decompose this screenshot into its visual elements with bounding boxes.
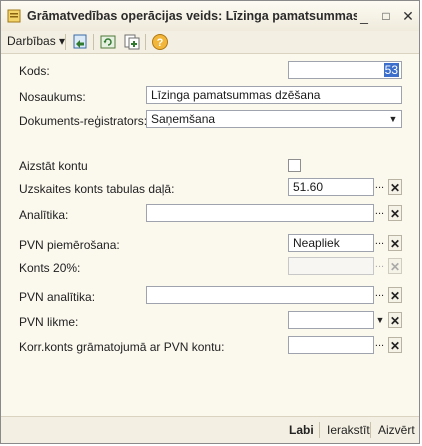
select-button[interactable]: ... <box>373 235 386 251</box>
help-icon[interactable]: ? <box>151 33 169 51</box>
uzskaites-konts-label: Uzskaites konts tabulas daļā: <box>19 182 175 196</box>
nosaukums-input[interactable]: Līzinga pamatsummas dzēšana <box>146 86 402 104</box>
actions-menu[interactable]: Darbības ▾ <box>7 34 65 48</box>
analitika-label: Analītika: <box>19 208 69 222</box>
dokuments-registrators-value: Saņemšana <box>151 112 216 126</box>
ok-button[interactable]: Labi <box>289 423 314 437</box>
kods-value: 53 <box>383 63 399 77</box>
clear-button[interactable]: ✕ <box>388 205 402 221</box>
dialog-footer: Labi Ierakstīt Aizvērt <box>1 416 419 443</box>
kods-input[interactable]: 53 <box>288 61 402 79</box>
toolbar-separator <box>93 34 94 50</box>
save-and-close-icon[interactable] <box>71 33 89 51</box>
copy-new-icon[interactable] <box>123 33 141 51</box>
close-button[interactable]: ✕ <box>399 7 417 25</box>
window-title: Grāmatvedības operācijas veids: Līzinga … <box>27 9 357 23</box>
document-icon <box>7 9 21 23</box>
pvn-piemerosana-label: PVN piemērošana: <box>19 238 120 252</box>
konts-20-label: Konts 20%: <box>19 261 81 275</box>
maximize-button[interactable]: □ <box>377 7 395 25</box>
clear-button[interactable]: ✕ <box>388 287 402 303</box>
korr-konts-label: Korr.konts grāmatojumā ar PVN kontu: <box>19 340 225 354</box>
clear-button: ✕ <box>388 258 402 274</box>
pvn-piemerosana-input[interactable]: Neapliek <box>288 234 374 252</box>
svg-text:?: ? <box>157 37 164 49</box>
analitika-input[interactable] <box>146 204 374 222</box>
clear-button[interactable]: ✕ <box>388 179 402 195</box>
refresh-icon[interactable] <box>99 33 117 51</box>
clear-button[interactable]: ✕ <box>388 312 402 328</box>
konts-20-input <box>288 257 374 275</box>
select-button[interactable]: ... <box>373 287 386 303</box>
uzskaites-konts-input[interactable]: 51.60 <box>288 178 374 196</box>
select-button[interactable]: ... <box>373 179 386 195</box>
select-button[interactable]: ... <box>373 337 386 353</box>
pvn-likme-select[interactable] <box>288 311 374 329</box>
title-bar[interactable]: Grāmatvedības operācijas veids: Līzinga … <box>1 1 419 32</box>
kods-label: Kods: <box>19 64 50 78</box>
chevron-down-icon[interactable]: ▼ <box>386 111 400 127</box>
clear-button[interactable]: ✕ <box>388 235 402 251</box>
nosaukums-label: Nosaukums: <box>19 90 86 104</box>
aizstat-kontu-checkbox[interactable] <box>288 159 301 172</box>
dialog-window: Grāmatvedības operācijas veids: Līzinga … <box>0 0 420 444</box>
clear-button[interactable]: ✕ <box>388 337 402 353</box>
korr-konts-input[interactable] <box>288 336 374 354</box>
dokuments-registrators-select[interactable]: Saņemšana <box>146 110 402 128</box>
select-button: ... <box>374 258 385 270</box>
footer-separator <box>370 422 371 438</box>
toolbar-separator <box>145 34 146 50</box>
toolbar-separator <box>65 34 66 50</box>
toolbar: Darbības ▾ ? <box>1 31 419 54</box>
close-dialog-button[interactable]: Aizvērt <box>378 423 415 437</box>
aizstat-kontu-label: Aizstāt kontu <box>19 159 88 173</box>
pvn-analitika-input[interactable] <box>146 286 374 304</box>
dokuments-registrators-label: Dokuments-reģistrators: <box>19 114 148 128</box>
pvn-analitika-label: PVN analītika: <box>19 290 96 304</box>
save-button[interactable]: Ierakstīt <box>327 423 370 437</box>
footer-separator <box>319 422 320 438</box>
minimize-button[interactable]: _ <box>355 7 373 25</box>
chevron-down-icon[interactable]: ▼ <box>373 312 387 328</box>
pvn-likme-label: PVN likme: <box>19 315 79 329</box>
select-button[interactable]: ... <box>373 205 386 221</box>
